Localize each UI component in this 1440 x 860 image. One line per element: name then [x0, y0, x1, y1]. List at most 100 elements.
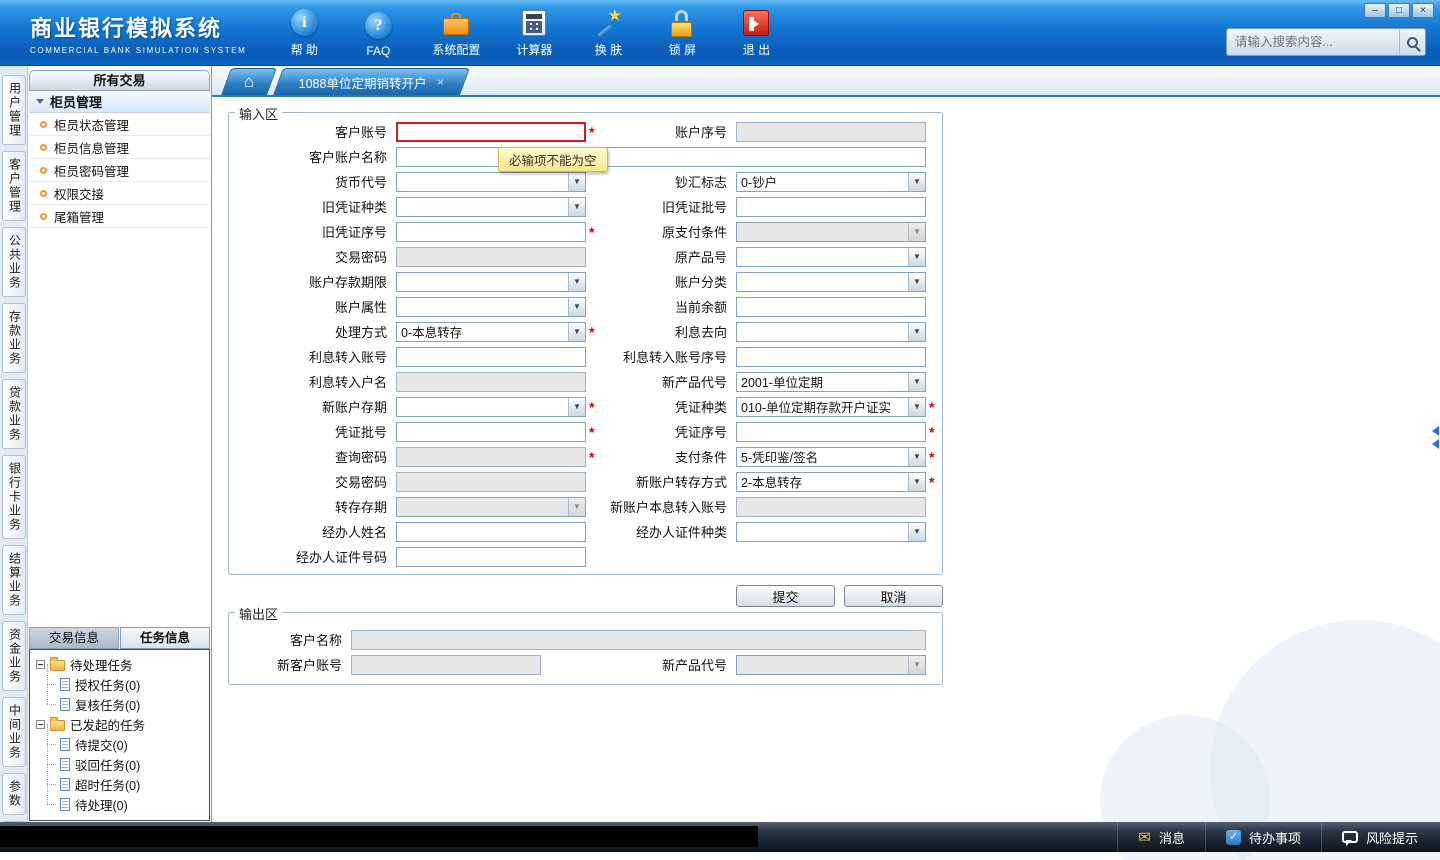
chevron-down-icon[interactable]: ▼ — [908, 372, 925, 391]
old-voucher-batch-input[interactable] — [736, 196, 926, 217]
business-category-tab[interactable]: 存款业务 — [1, 303, 26, 373]
task-item[interactable]: 超时任务(0) — [36, 764, 209, 794]
currency-code-select[interactable]: ▼ — [396, 171, 586, 192]
output-form: 客户名称 新客户账号 新产品代号 ▼ — [229, 613, 942, 684]
toolbar-item-lock[interactable]: 锁 屏 — [662, 8, 702, 58]
voucher-seq-input[interactable] — [736, 421, 926, 442]
chevron-down-icon[interactable]: ▼ — [908, 272, 925, 291]
toolbar-item-exit[interactable]: 退 出 — [736, 8, 776, 58]
chevron-down-icon[interactable]: ▼ — [908, 172, 925, 191]
business-category-tab[interactable]: 参数 — [1, 773, 26, 815]
business-category-tab[interactable]: 贷款业务 — [1, 379, 26, 449]
orig-product-code-select[interactable]: ▼ — [736, 246, 926, 267]
task-item[interactable]: 待处理(0) — [36, 784, 209, 814]
chevron-down-icon[interactable]: ▼ — [908, 322, 925, 341]
chevron-down-icon[interactable]: ▼ — [568, 297, 585, 316]
interest-in-account-seq-label: 利息转入账号序号 — [622, 350, 727, 365]
new-product-code-select[interactable]: 2001-单位定期 ▼ — [736, 371, 926, 392]
voucher-type-select[interactable]: 010-单位定期存款开户证实 ▼ — [736, 396, 926, 417]
operator-name-input[interactable] — [396, 521, 586, 542]
task-item[interactable]: 复核任务(0) — [36, 684, 209, 714]
payment-condition-select[interactable]: 5-凭印鉴/签名 ▼ — [736, 446, 926, 467]
task-group-label: 已发起的任务 — [70, 718, 146, 733]
new-transfer-mode-select[interactable]: 2-本息转存 ▼ — [736, 471, 926, 492]
operator-cert-type-select[interactable]: ▼ — [736, 521, 926, 542]
statusbar-button-todo[interactable]: ✓ 待办事项 — [1204, 822, 1321, 852]
statusbar-button-messages[interactable]: ✉ 消息 — [1117, 822, 1205, 852]
toolbar-item-label: 锁 屏 — [668, 42, 697, 57]
sidebar-item[interactable]: 柜员信息管理 — [29, 136, 210, 159]
business-category-tab[interactable]: 用户管理 — [1, 75, 26, 145]
toolbar-item-faq[interactable]: ? FAQ — [358, 11, 398, 58]
sidebar-tab-trade-info[interactable]: 交易信息 — [29, 627, 119, 649]
minimize-button[interactable]: – — [1364, 3, 1386, 18]
required-star: * — [589, 423, 595, 440]
tab-home[interactable]: ⌂ — [221, 68, 277, 95]
cancel-button[interactable]: 取消 — [844, 585, 943, 607]
old-voucher-seq-input[interactable] — [396, 221, 586, 242]
operator-cert-no-input[interactable] — [396, 546, 586, 567]
interest-in-account-input[interactable] — [396, 346, 586, 367]
chevron-down-icon[interactable]: ▼ — [568, 172, 585, 191]
business-category-tab[interactable]: 客户管理 — [1, 151, 26, 221]
collapse-panel-handle[interactable] — [1432, 426, 1439, 449]
expander-icon[interactable] — [36, 719, 45, 729]
task-item[interactable]: 待提交(0) — [36, 724, 209, 754]
process-mode-select[interactable]: 0-本息转存 ▼ — [396, 321, 586, 342]
sidebar-item[interactable]: 柜员状态管理 — [29, 113, 210, 136]
tab-1088-unit-term-transfer-open[interactable]: 1088单位定期销转开户 × — [273, 68, 470, 95]
sidebar-item[interactable]: 尾箱管理 — [29, 205, 210, 228]
search-input[interactable] — [1227, 35, 1399, 49]
chevron-down-icon[interactable]: ▼ — [568, 197, 585, 216]
old-voucher-batch-label: 旧凭证批号 — [661, 200, 727, 215]
business-category-tab[interactable]: 公共业务 — [1, 227, 26, 297]
business-category-tab[interactable]: 银行卡业务 — [1, 455, 26, 539]
close-button[interactable]: × — [1412, 3, 1434, 18]
customer-account-name-input[interactable] — [396, 146, 926, 167]
sidebar-group-teller-mgmt[interactable]: 柜员管理 — [29, 91, 210, 113]
task-group[interactable]: 已发起的任务 — [36, 714, 209, 734]
task-group[interactable]: 待处理任务 — [36, 654, 209, 674]
toolbar-item-skin[interactable]: ★ 换 肤 — [588, 6, 628, 58]
sidebar-item[interactable]: 柜员密码管理 — [29, 159, 210, 182]
account-attr-select[interactable]: ▼ — [396, 296, 586, 317]
toolbar-item-help[interactable]: i 帮 助 — [284, 8, 324, 58]
sidebar-tab-task-info[interactable]: 任务信息 — [120, 627, 210, 649]
chevron-down-icon[interactable]: ▼ — [908, 247, 925, 266]
maximize-button[interactable]: □ — [1388, 3, 1410, 18]
chevron-down-icon[interactable]: ▼ — [908, 397, 925, 416]
chevron-down-icon[interactable]: ▼ — [908, 522, 925, 541]
toolbar-item-calculator[interactable]: 计算器 — [514, 8, 554, 58]
business-category-tab[interactable]: 结算业务 — [1, 545, 26, 615]
old-voucher-type-select[interactable]: ▼ — [396, 196, 586, 217]
current-balance-input[interactable] — [736, 296, 926, 317]
chevron-down-icon[interactable]: ▼ — [908, 447, 925, 466]
expander-icon[interactable] — [36, 659, 45, 669]
interest-direction-select[interactable]: ▼ — [736, 321, 926, 342]
cash-exchange-flag-select[interactable]: 0-钞户 ▼ — [736, 171, 926, 192]
chevron-down-icon[interactable]: ▼ — [908, 472, 925, 491]
search-button[interactable] — [1399, 29, 1425, 55]
new-account-term-select[interactable]: ▼ — [396, 396, 586, 417]
old-voucher-seq-label: 旧凭证序号 — [321, 225, 387, 240]
chevron-down-icon[interactable]: ▼ — [568, 272, 585, 291]
voucher-batch-input[interactable] — [396, 421, 586, 442]
submit-button[interactable]: 提交 — [736, 585, 835, 607]
sidebar-item[interactable]: 权限交接 — [29, 182, 210, 205]
chevron-down-icon[interactable]: ▼ — [568, 322, 585, 341]
business-category-tab[interactable]: 资金业务 — [1, 621, 26, 691]
interest-in-account-seq-input[interactable] — [736, 346, 926, 367]
tab-close-icon[interactable]: × — [437, 75, 444, 89]
new-customer-account-input — [351, 654, 541, 675]
business-category-tab[interactable]: 中间业务 — [1, 697, 26, 767]
chevron-down-icon[interactable]: ▼ — [568, 397, 585, 416]
task-item[interactable]: 驳回任务(0) — [36, 744, 209, 774]
customer-account-input[interactable] — [396, 121, 586, 142]
toolbar-item-config[interactable]: 系统配置 — [432, 8, 480, 58]
statusbar-button-risk[interactable]: 风险提示 — [1320, 822, 1438, 852]
deposit-term-select[interactable]: ▼ — [396, 271, 586, 292]
task-item[interactable]: 授权任务(0) — [36, 664, 209, 694]
todo-check-icon: ✓ — [1225, 829, 1241, 845]
account-class-select[interactable]: ▼ — [736, 271, 926, 292]
